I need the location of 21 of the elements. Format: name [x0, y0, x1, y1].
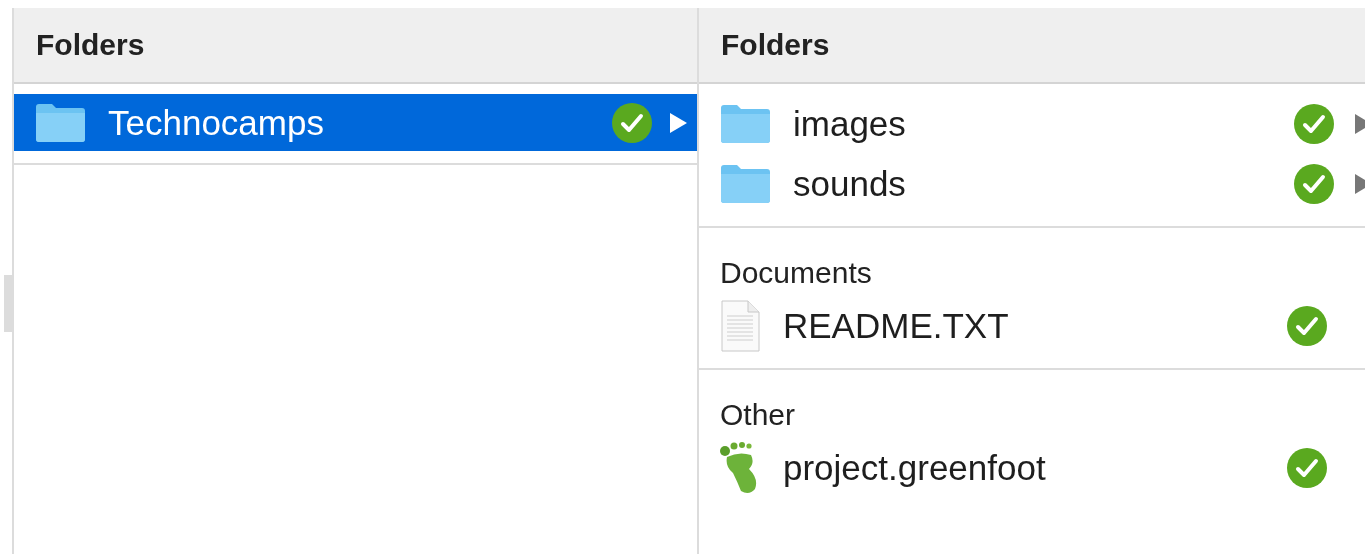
item-name: sounds	[793, 164, 907, 204]
item-name: images	[793, 104, 907, 144]
disclosure-arrow-icon[interactable]	[1353, 173, 1365, 195]
folder-icon	[719, 104, 771, 144]
folder-row[interactable]: images	[699, 94, 1365, 154]
folder-row[interactable]: sounds	[699, 154, 1365, 214]
section-title: Documents	[719, 255, 873, 291]
document-icon	[719, 300, 761, 352]
disclosure-arrow-icon[interactable]	[1353, 113, 1365, 135]
column-title: Folders	[35, 28, 145, 62]
file-row[interactable]: README.TXT	[699, 296, 1365, 356]
file-row[interactable]: project.greenfoot	[699, 438, 1365, 498]
folder-row[interactable]: Technocamps	[14, 94, 697, 151]
folder-icon	[34, 102, 86, 143]
folder-icon	[719, 164, 771, 204]
item-name: Technocamps	[108, 102, 325, 143]
scroll-handle[interactable]	[4, 275, 12, 332]
section-title: Other	[719, 397, 797, 433]
item-name: README.TXT	[783, 306, 1010, 346]
item-name: project.greenfoot	[783, 448, 1047, 488]
column-title: Folders	[720, 28, 830, 62]
